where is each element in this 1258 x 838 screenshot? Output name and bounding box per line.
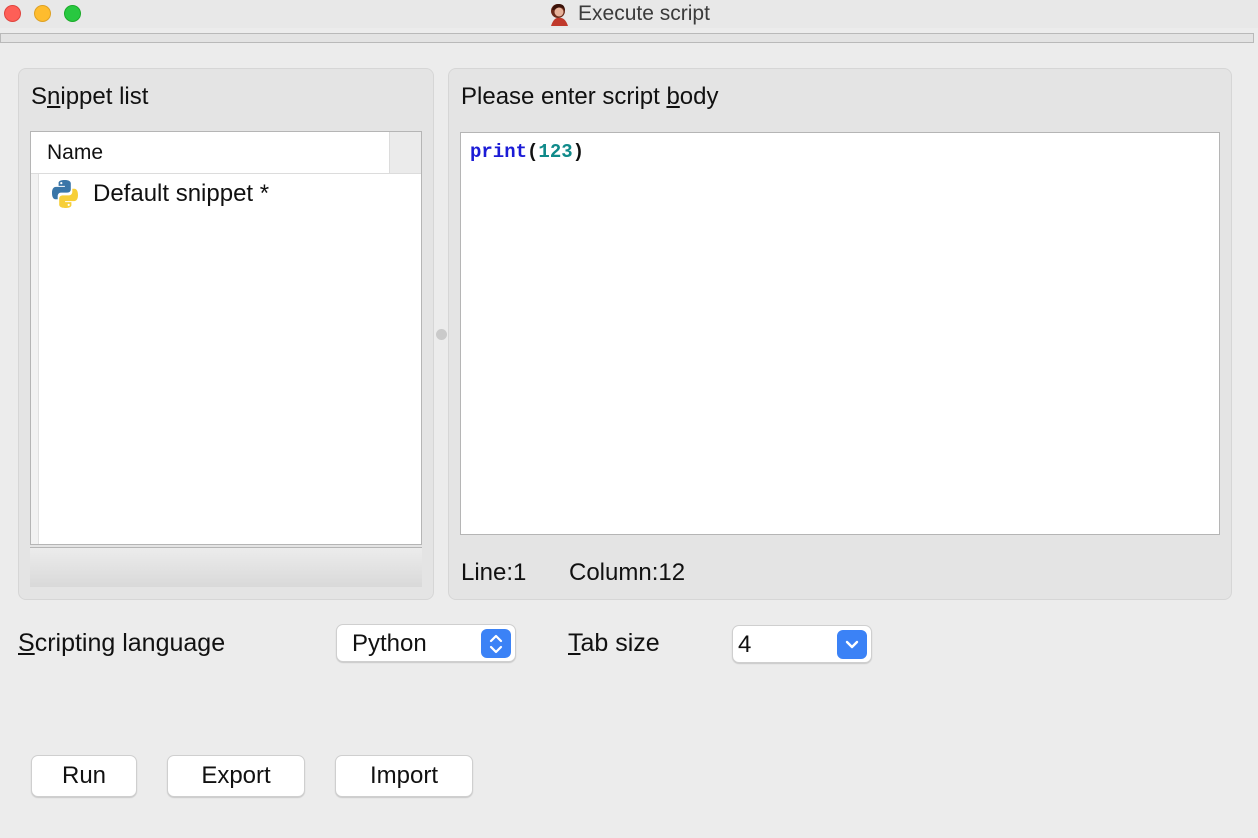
snippet-item-label: Default snippet * (93, 180, 270, 207)
app-icon (551, 4, 569, 26)
tab-size-label: Tab size (568, 629, 660, 657)
snippet-list-panel: Snippet list Name Default snippet * (18, 68, 434, 600)
scripting-language-value: Python (352, 630, 427, 657)
tab-size-select[interactable]: 4 (732, 625, 872, 663)
column-indicator: Column:12 (569, 559, 686, 586)
snippet-list-footer (30, 547, 422, 587)
window-title-group: Execute script (0, 0, 1258, 28)
code-line: print(123) (470, 141, 585, 163)
import-button[interactable]: Import (335, 755, 473, 797)
tab-size-value: 4 (738, 631, 752, 658)
script-body-panel: Please enter script body print(123) Line… (448, 68, 1232, 600)
toolbar-separator (0, 33, 1254, 43)
script-body-title: Please enter script body (461, 83, 719, 110)
snippet-list[interactable]: Name Default snippet * (30, 131, 422, 545)
run-button[interactable]: Run (31, 755, 137, 797)
window-title: Execute script (578, 2, 710, 25)
scripting-language-select[interactable]: Python (336, 624, 516, 662)
column-header-filler (389, 132, 421, 174)
snippet-list-title: Snippet list (31, 83, 149, 110)
updown-chevron-icon (481, 629, 511, 658)
list-item[interactable]: Default snippet * (39, 176, 421, 212)
column-header-name[interactable]: Name (31, 132, 389, 174)
code-keyword: print (470, 141, 528, 163)
script-editor[interactable]: print(123) (460, 132, 1220, 535)
export-button[interactable]: Export (167, 755, 305, 797)
splitter-handle[interactable] (436, 329, 447, 340)
column-header-label: Name (47, 141, 104, 164)
code-number: 123 (538, 141, 573, 163)
line-indicator: Line:1 (461, 559, 527, 586)
chevron-down-icon (837, 630, 867, 659)
python-icon (52, 180, 78, 208)
title-bar: Execute script (0, 0, 1258, 28)
list-gutter (31, 174, 39, 544)
scripting-language-label: Scripting language (18, 629, 226, 657)
